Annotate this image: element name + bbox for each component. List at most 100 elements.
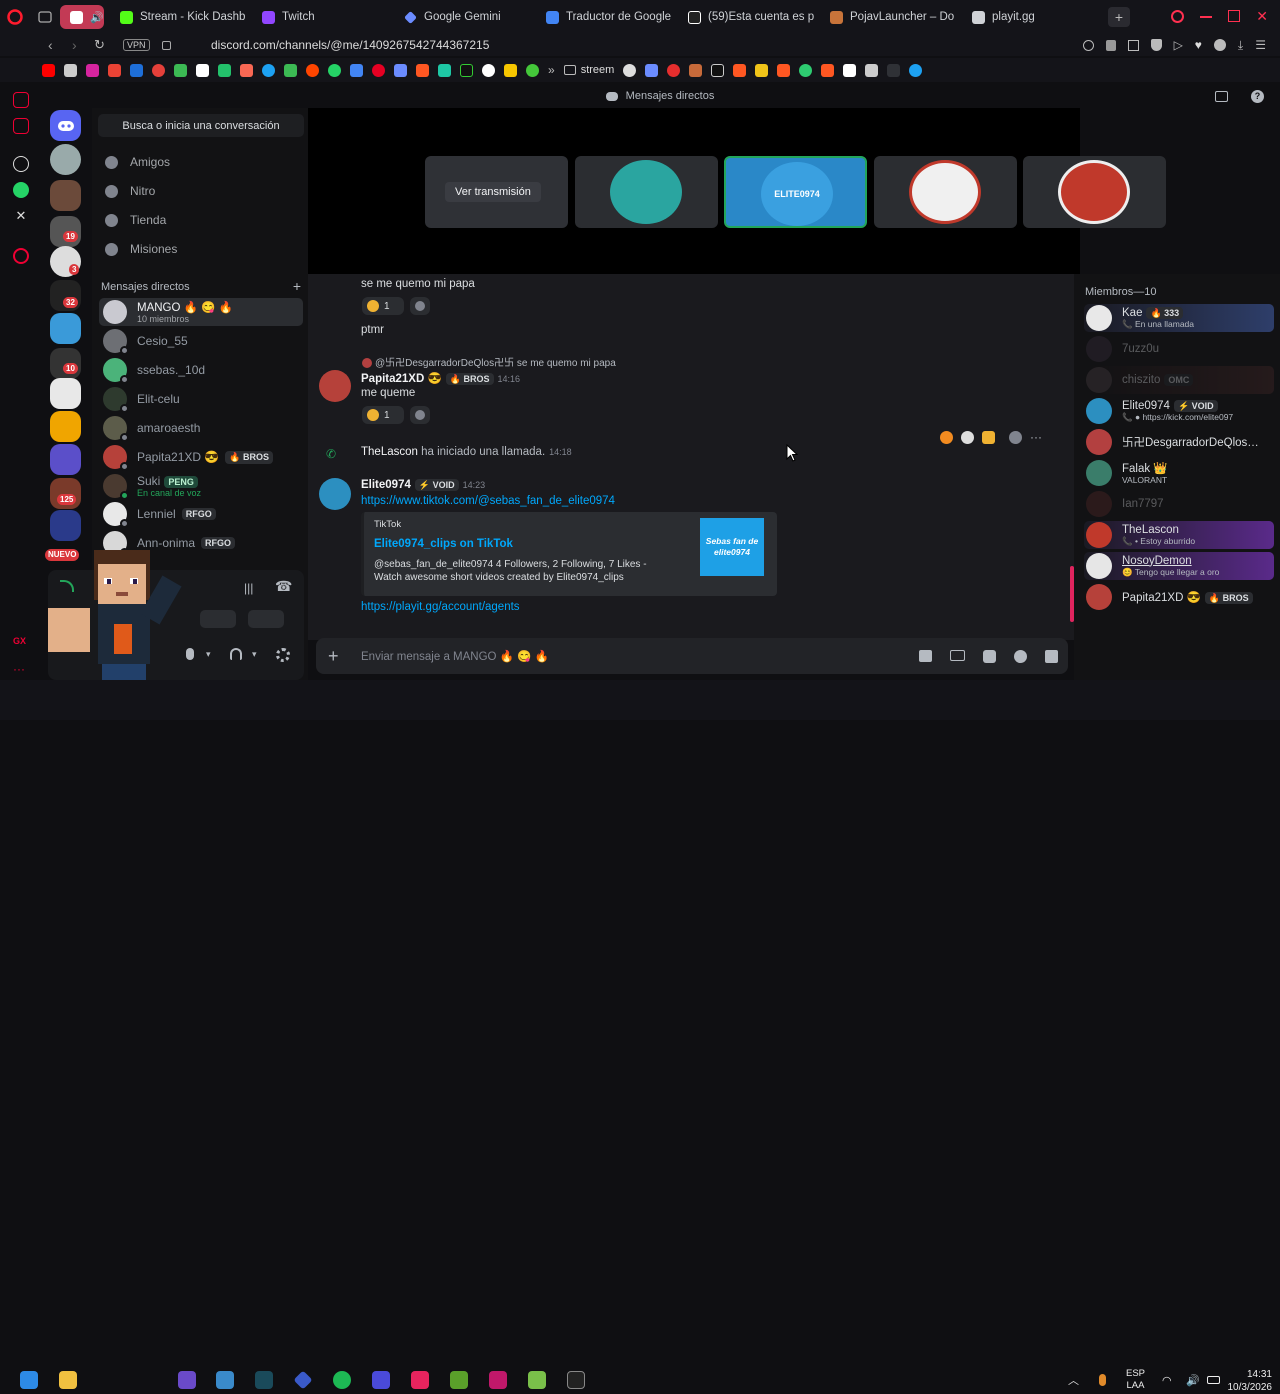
bookmark-icon-20[interactable]	[733, 63, 747, 77]
add-reaction-button[interactable]	[410, 406, 430, 424]
avatar[interactable]	[319, 370, 351, 402]
dm-item[interactable]: amaroaesth	[99, 414, 303, 442]
bookmark-icon-21[interactable]	[755, 63, 769, 77]
tab-menu-icon[interactable]	[30, 11, 60, 23]
dm-item[interactable]: Suki PENG En canal de voz	[99, 472, 303, 500]
language-indicator[interactable]: ESP LAA	[1126, 1368, 1145, 1392]
add-attachment-icon[interactable]: +	[328, 646, 339, 667]
menu-icon[interactable]: ☰	[1255, 38, 1266, 52]
opera-icon-2[interactable]	[13, 118, 29, 134]
bookmark-icon-24[interactable]	[821, 63, 835, 77]
instagram-icon[interactable]	[86, 63, 99, 77]
bookmark-icon-5[interactable]	[218, 63, 231, 77]
nav-friends[interactable]: Amigos	[101, 149, 301, 175]
tab-playit[interactable]: playit.gg	[962, 0, 1104, 34]
emoji-icon[interactable]	[1014, 649, 1027, 663]
apps-icon[interactable]	[1045, 649, 1058, 663]
reaction-pill[interactable]: 1	[362, 297, 404, 315]
discord-home-button[interactable]	[50, 110, 81, 141]
bookmark-icon-14[interactable]	[504, 63, 517, 77]
settings-icon[interactable]	[13, 248, 29, 264]
bookmark-icon-7[interactable]	[284, 63, 297, 77]
maximize-icon[interactable]	[1228, 10, 1241, 22]
nav-quests[interactable]: Misiones	[101, 236, 301, 262]
create-dm-button[interactable]: +	[293, 279, 301, 293]
activity-button[interactable]	[248, 610, 284, 628]
inbox-icon[interactable]	[1215, 90, 1228, 102]
member-item[interactable]: NosoyDemon 😊 Tengo que llegar a oro	[1084, 552, 1274, 580]
taskbar-app-icon[interactable]	[293, 1370, 313, 1390]
reddit-icon[interactable]	[306, 63, 319, 77]
back-icon[interactable]: ‹	[48, 37, 53, 53]
gif-icon[interactable]	[950, 649, 965, 661]
clock[interactable]: 14:31 10/3/2026	[1222, 1368, 1273, 1394]
tray-chevron-icon[interactable]: ︿	[1068, 1372, 1079, 1388]
bookmark-icon-12[interactable]	[438, 63, 451, 77]
battery-icon[interactable]	[1207, 1376, 1220, 1384]
tab-kick[interactable]: Stream - Kick Dashb	[110, 0, 252, 34]
watch-stream-button[interactable]: Ver transmisión	[445, 182, 541, 202]
skull-emoji-button[interactable]	[961, 430, 974, 444]
settings-gear-icon[interactable]	[276, 648, 290, 662]
forward-icon[interactable]: ›	[72, 37, 77, 53]
file-explorer-icon[interactable]	[59, 1371, 77, 1389]
server-icon[interactable]	[50, 444, 81, 475]
member-item[interactable]: Papita21XD 😎 🔥 BROS	[1084, 583, 1274, 611]
participant-tile[interactable]	[874, 156, 1017, 228]
bookmark-icon-15[interactable]	[526, 63, 539, 77]
reply-reference[interactable]: @卐卍DesgarradorDeQlos卍卐 se me quemo mi pa…	[362, 354, 616, 369]
bookmark-icon-18[interactable]	[667, 63, 681, 77]
chevron-down-icon[interactable]: ▾	[252, 649, 257, 660]
tab-twitch[interactable]: Twitch	[252, 0, 394, 34]
more-bookmarks-icon[interactable]: »	[548, 63, 555, 77]
dm-item-mango[interactable]: MANGO 🔥 😋 🔥 10 miembros	[99, 298, 303, 326]
embed-title[interactable]: Elite0974_clips on TikTok	[374, 538, 513, 550]
sticker-icon[interactable]	[983, 649, 996, 663]
participant-tile[interactable]	[1023, 156, 1166, 228]
terminal-icon[interactable]	[567, 1371, 585, 1389]
tab-tiktok[interactable]: (59)Esta cuenta es p	[678, 0, 820, 34]
member-item[interactable]: Falak 👑 VALORANT	[1084, 459, 1274, 487]
tab-gemini[interactable]: Google Gemini	[394, 0, 536, 34]
bookmark-icon-22[interactable]	[777, 63, 791, 77]
avatar[interactable]	[319, 478, 351, 510]
volume-icon[interactable]: 🔊	[1186, 1374, 1200, 1387]
member-item[interactable]: Ian7797	[1084, 490, 1274, 518]
gx-icon[interactable]: GX	[13, 636, 29, 652]
dm-item[interactable]: Cesio_55	[99, 327, 303, 355]
search-conversation-button[interactable]: Busca o inicia una conversación	[98, 114, 304, 137]
nav-shop[interactable]: Tienda	[101, 207, 301, 233]
url-text[interactable]: discord.com/channels/@me/140926754274436…	[211, 38, 489, 52]
bookmark-icon-4[interactable]	[196, 63, 209, 77]
shield-icon[interactable]	[1150, 39, 1162, 51]
bookmark-icon-1[interactable]	[130, 63, 143, 77]
more-icon[interactable]: ···	[13, 662, 29, 678]
add-reaction-button[interactable]	[410, 297, 430, 315]
member-item[interactable]: Elite0974 ⚡ VOID 📞 ● https://kick.com/elit…	[1084, 397, 1274, 425]
minecraft-icon[interactable]	[450, 1371, 468, 1389]
soundboard-icon[interactable]: |||	[244, 581, 253, 595]
help-icon[interactable]: ?	[1251, 89, 1264, 103]
server-icon[interactable]	[50, 180, 81, 211]
dm-item[interactable]: Lenniel RFGO	[99, 500, 303, 528]
close-icon[interactable]: ✕	[1256, 9, 1268, 23]
taskbar-app-icon[interactable]	[216, 1371, 234, 1389]
participant-tile[interactable]	[575, 156, 718, 228]
author-name[interactable]: Elite0974	[361, 479, 411, 491]
member-item[interactable]: chiszito OMC	[1084, 366, 1274, 394]
participant-tile-speaking[interactable]: ELITE0974	[724, 156, 867, 228]
bookmark-icon-9[interactable]	[350, 63, 363, 77]
message-link[interactable]: https://www.tiktok.com/@sebas_fan_de_eli…	[361, 495, 615, 507]
headphones-icon[interactable]	[230, 648, 242, 660]
pin-icon[interactable]	[1105, 39, 1116, 51]
chatgpt-icon[interactable]	[13, 156, 29, 172]
fire-emoji-button[interactable]	[940, 430, 953, 444]
server-icon[interactable]	[50, 510, 81, 541]
page-icon[interactable]	[64, 63, 77, 77]
disconnect-icon[interactable]: ☎	[275, 578, 292, 595]
bookmark-icon-10[interactable]	[394, 63, 407, 77]
zoom-icon[interactable]	[1082, 39, 1094, 51]
snapshot-icon[interactable]	[1127, 39, 1139, 51]
whatsapp-icon[interactable]	[13, 182, 29, 198]
member-item[interactable]: 7uzz0u	[1084, 335, 1274, 363]
